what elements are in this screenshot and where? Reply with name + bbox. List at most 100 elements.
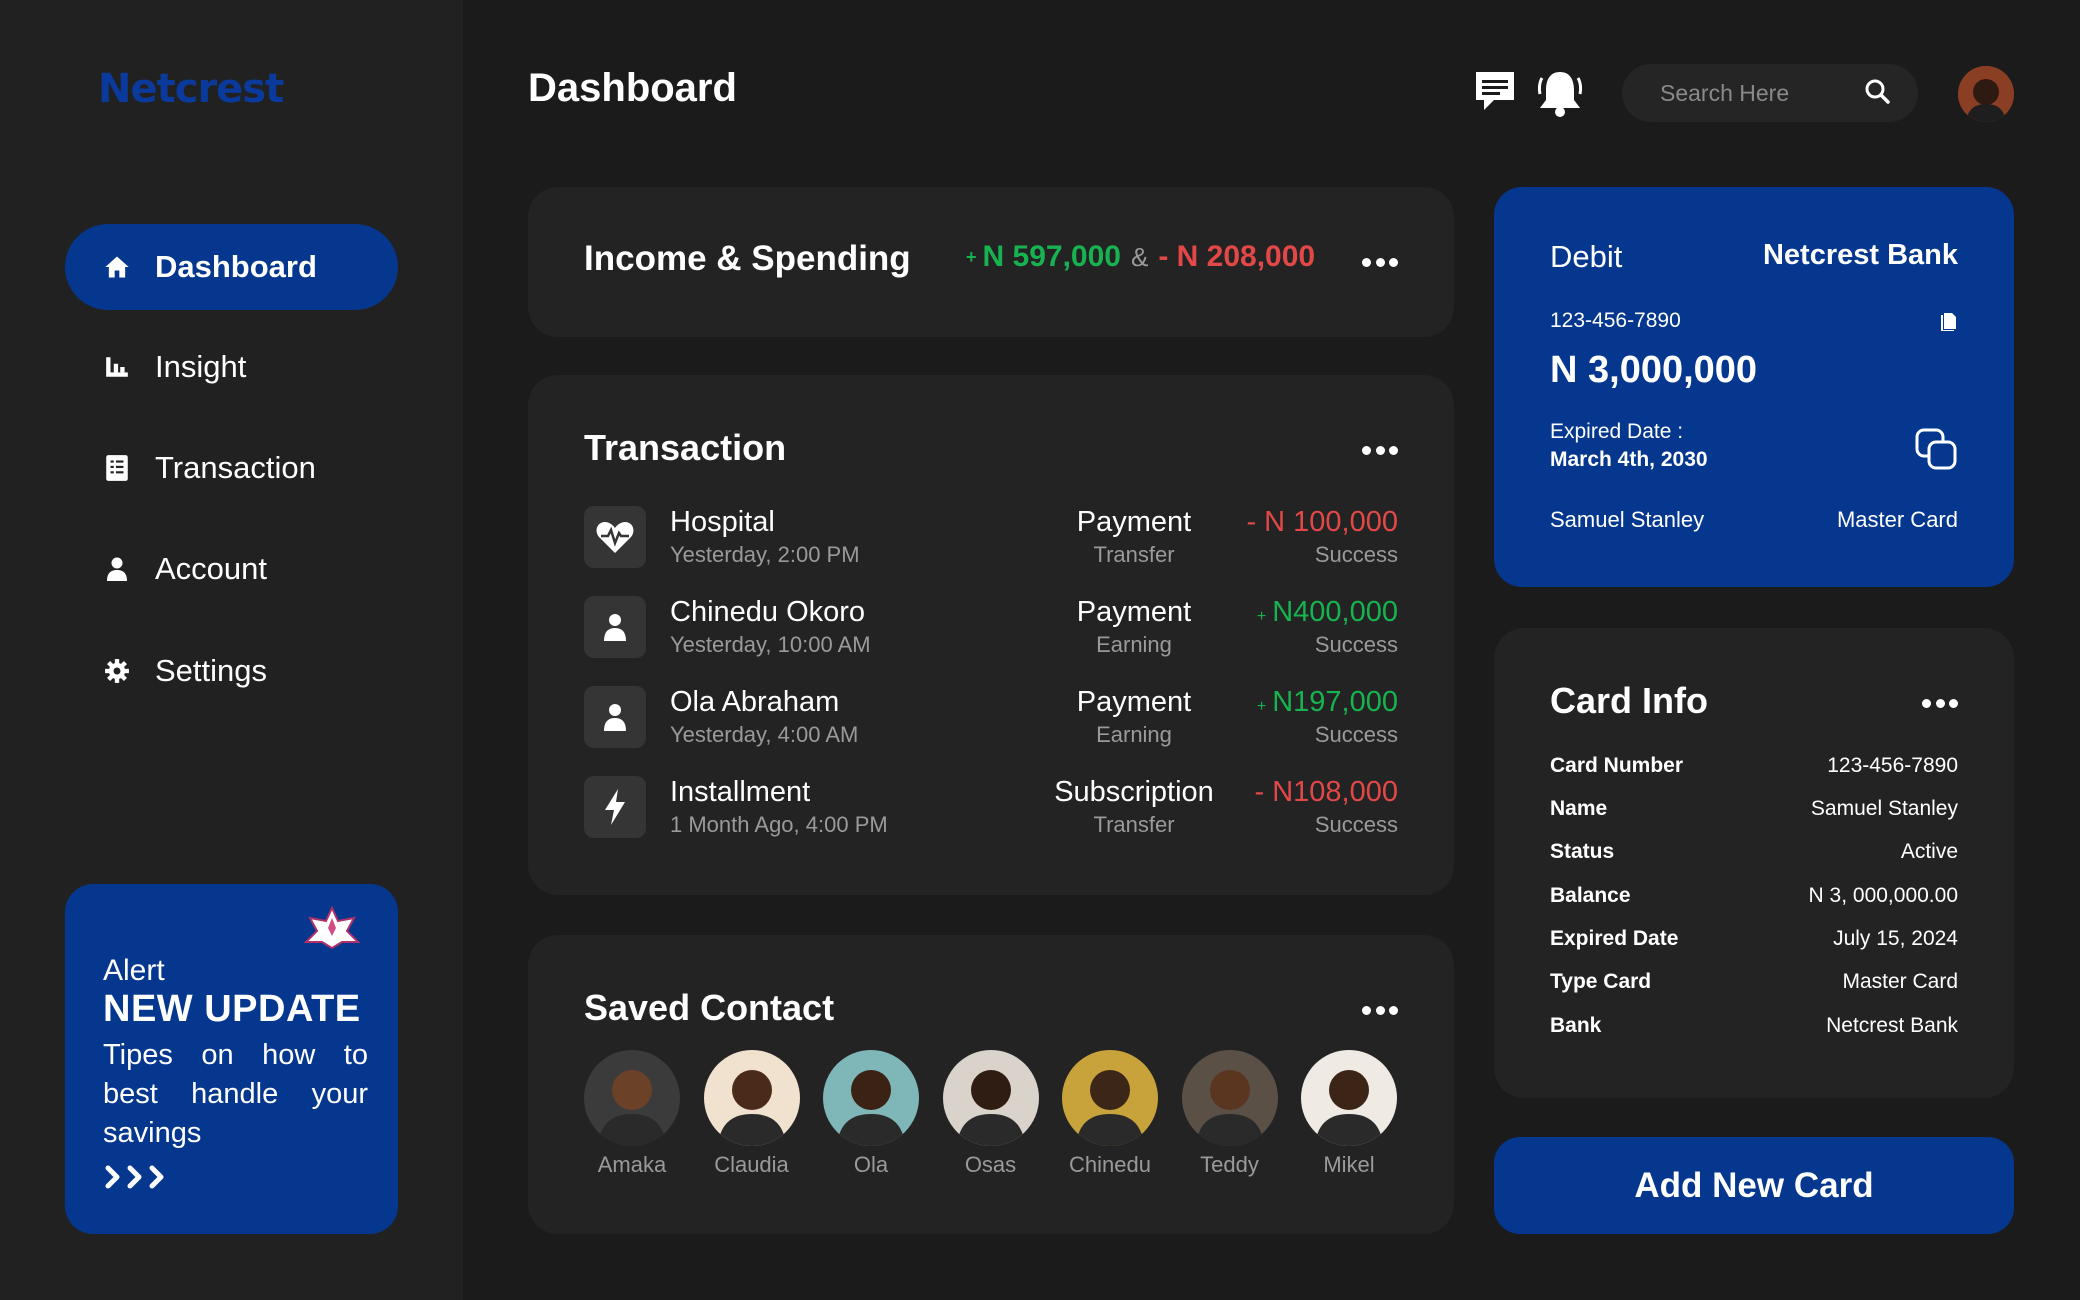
contact-item[interactable]: Amaka bbox=[584, 1050, 680, 1178]
contact-avatar bbox=[584, 1050, 680, 1146]
sidebar-item-label: Dashboard bbox=[155, 249, 317, 284]
transaction-time: Yesterday, 10:00 AM bbox=[670, 632, 871, 657]
contact-avatar bbox=[1062, 1050, 1158, 1146]
document-icon[interactable] bbox=[1940, 311, 1958, 336]
contact-avatar bbox=[942, 1050, 1039, 1146]
card-number: 123-456-7890 bbox=[1550, 309, 1681, 332]
income-spending-title: Income & Spending bbox=[584, 239, 911, 278]
contact-name: Chinedu bbox=[1069, 1152, 1151, 1177]
sidebar: Netcrest Dashboard Insight Transaction A… bbox=[0, 0, 463, 1300]
transaction-time: Yesterday, 4:00 AM bbox=[670, 722, 859, 747]
transaction-status: Success bbox=[1314, 812, 1398, 837]
expired-label: Expired Date : bbox=[1550, 420, 1684, 443]
card-info-row: Expired Date July 15, 2024 bbox=[1550, 927, 1958, 957]
lightning-icon bbox=[584, 776, 646, 838]
contact-avatar bbox=[1301, 1050, 1397, 1146]
transaction-status: Success bbox=[1314, 542, 1398, 567]
search-icon[interactable] bbox=[1864, 78, 1890, 109]
info-key: Type Card bbox=[1550, 970, 1652, 993]
contact-item[interactable]: Chinedu bbox=[1062, 1050, 1158, 1178]
info-key: Bank bbox=[1550, 1014, 1602, 1037]
card-info-row: Type Card Master Card bbox=[1550, 970, 1958, 1000]
transaction-name: Hospital bbox=[670, 506, 775, 538]
bar-chart-icon bbox=[103, 353, 131, 381]
card-type: Master Card bbox=[1836, 507, 1958, 532]
sidebar-item-transaction[interactable]: Transaction bbox=[65, 425, 398, 511]
home-icon bbox=[103, 253, 131, 281]
card-bank: Netcrest Bank bbox=[1762, 239, 1958, 271]
debit-card[interactable]: Debit Netcrest Bank 123-456-7890 N 3,000… bbox=[1494, 187, 2014, 587]
more-options-icon[interactable] bbox=[1362, 1005, 1398, 1015]
copy-icon[interactable] bbox=[1914, 427, 1958, 476]
info-value: Samuel Stanley bbox=[1810, 797, 1958, 820]
info-value: N 3, 000,000.00 bbox=[1808, 884, 1958, 907]
income-spending-values: + N 597,000 & - N 208,000 bbox=[966, 240, 1315, 274]
info-key: Card Number bbox=[1550, 754, 1684, 777]
sidebar-item-label: Insight bbox=[155, 349, 247, 384]
contact-name: Teddy bbox=[1200, 1152, 1259, 1177]
table-row[interactable]: Chinedu Okoro Yesterday, 10:00 AM Paymen… bbox=[584, 596, 1398, 660]
contact-avatar bbox=[703, 1050, 800, 1146]
info-key: Name bbox=[1550, 797, 1608, 820]
info-key: Balance bbox=[1550, 884, 1631, 907]
table-row[interactable]: Ola Abraham Yesterday, 4:00 AM Payment E… bbox=[584, 686, 1398, 750]
contact-item[interactable]: Claudia bbox=[703, 1050, 800, 1178]
search-input[interactable] bbox=[1660, 79, 1840, 107]
sidebar-item-settings[interactable]: Settings bbox=[65, 628, 398, 714]
search-bar[interactable] bbox=[1622, 64, 1918, 122]
alert-title: NEW UPDATE bbox=[103, 988, 361, 1030]
bell-icon[interactable] bbox=[1536, 68, 1584, 123]
alert-label: Alert bbox=[103, 954, 165, 987]
contact-item[interactable]: Mikel bbox=[1301, 1050, 1397, 1178]
arrows-right-icon[interactable] bbox=[104, 1164, 176, 1195]
contact-avatar bbox=[823, 1050, 919, 1146]
info-value: Active bbox=[1900, 840, 1958, 863]
user-avatar[interactable] bbox=[1958, 66, 2014, 122]
transaction-type: Payment bbox=[1076, 686, 1192, 718]
table-row[interactable]: Hospital Yesterday, 2:00 PM Payment Tran… bbox=[584, 506, 1398, 570]
contact-item[interactable]: Osas bbox=[942, 1050, 1039, 1178]
spending-value: - N 208,000 bbox=[1158, 240, 1316, 273]
transaction-amount: + N400,000 bbox=[1256, 596, 1398, 628]
sidebar-item-label: Transaction bbox=[155, 450, 316, 485]
info-value: 123-456-7890 bbox=[1827, 754, 1958, 777]
sidebar-item-insight[interactable]: Insight bbox=[65, 324, 398, 410]
income-value: N 597,000 bbox=[982, 240, 1121, 273]
add-new-card-button[interactable]: Add New Card bbox=[1494, 1137, 2014, 1234]
person-icon bbox=[584, 596, 646, 658]
saved-contact-title: Saved Contact bbox=[584, 987, 835, 1028]
brand-logo[interactable]: Netcrest bbox=[98, 66, 284, 112]
info-key: Expired Date bbox=[1550, 927, 1679, 950]
transaction-subtype: Earning bbox=[1096, 722, 1172, 747]
sidebar-item-label: Settings bbox=[155, 653, 268, 688]
income-sign: + bbox=[966, 246, 977, 267]
contact-name: Amaka bbox=[597, 1152, 667, 1177]
transaction-time: Yesterday, 2:00 PM bbox=[670, 542, 860, 567]
sidebar-item-account[interactable]: Account bbox=[65, 526, 398, 612]
expired-date: March 4th, 2030 bbox=[1550, 448, 1708, 471]
more-options-icon[interactable] bbox=[1362, 257, 1398, 267]
transaction-type: Payment bbox=[1076, 596, 1192, 628]
more-options-icon[interactable] bbox=[1362, 445, 1398, 455]
transaction-subtype: Earning bbox=[1096, 632, 1172, 657]
contact-avatar bbox=[1181, 1050, 1278, 1146]
card-holder: Samuel Stanley bbox=[1550, 507, 1705, 532]
transaction-time: 1 Month Ago, 4:00 PM bbox=[670, 812, 888, 837]
contact-item[interactable]: Teddy bbox=[1181, 1050, 1278, 1178]
sidebar-item-dashboard[interactable]: Dashboard bbox=[65, 224, 398, 310]
alert-text: Tipes on how to best handle your savings bbox=[103, 1039, 368, 1149]
person-icon bbox=[103, 555, 131, 583]
receipt-icon bbox=[103, 454, 131, 482]
sidebar-item-label: Account bbox=[155, 551, 268, 586]
chat-icon[interactable] bbox=[1472, 68, 1518, 119]
card-balance: N 3,000,000 bbox=[1550, 349, 1758, 391]
contact-item[interactable]: Ola bbox=[823, 1050, 919, 1178]
transaction-amount: - N108,000 bbox=[1254, 776, 1399, 808]
contact-name: Osas bbox=[964, 1152, 1017, 1177]
card-label: Debit bbox=[1550, 239, 1623, 274]
transaction-amount: + N197,000 bbox=[1256, 686, 1398, 718]
table-row[interactable]: Installment 1 Month Ago, 4:00 PM Subscri… bbox=[584, 776, 1398, 840]
transaction-subtype: Transfer bbox=[1093, 542, 1175, 567]
more-options-icon[interactable] bbox=[1922, 698, 1958, 708]
card-info-row: Status Active bbox=[1550, 840, 1958, 870]
